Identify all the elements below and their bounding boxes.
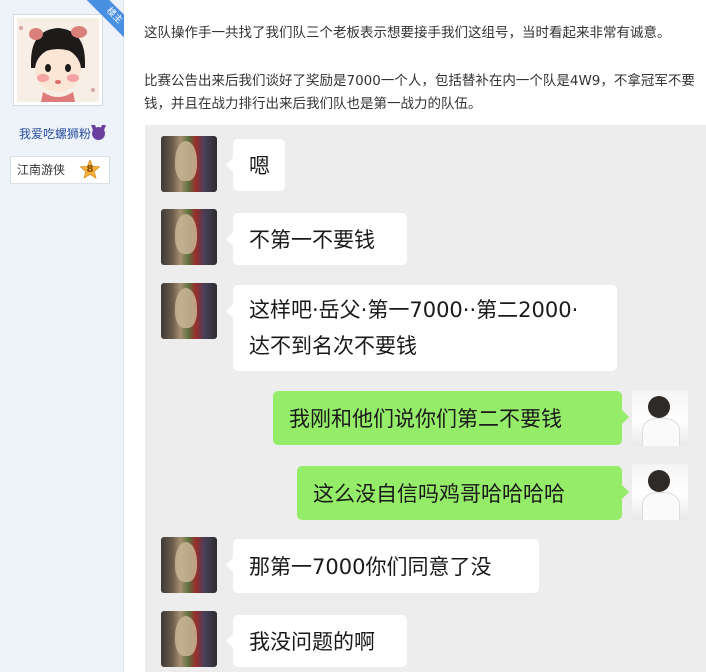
self-avatar: [632, 464, 688, 520]
contact-avatar: [161, 537, 217, 593]
op-badge-label: 楼主: [85, 0, 124, 40]
chat-bubble-incoming: 不第一不要钱: [226, 213, 407, 265]
chat-message-text: 不第一不要钱: [249, 228, 375, 252]
chat-screenshot: 嗯 不第一不要钱 这样吧·岳父·第一7000··第二2000· 达不到名次不要钱…: [145, 125, 706, 672]
post-paragraph-1: 这队操作手一共找了我们队三个老板表示想要接手我们这组号，当时看起来非常有诚意。: [144, 25, 671, 41]
post-paragraph-2-line-2: 钱，并且在战力排行出来后我们队也是第一战力的队伍。: [144, 96, 482, 112]
chat-bubble-outgoing: 这么没自信吗鸡哥哈哈哈哈: [297, 466, 629, 520]
contact-avatar: [161, 611, 217, 667]
username-link[interactable]: 我爱吃螺狮粉: [0, 125, 124, 142]
chat-bubble-outgoing: 我刚和他们说你们第二不要钱: [273, 391, 629, 445]
username-text: 我爱吃螺狮粉: [18, 127, 91, 141]
user-sidebar: 楼主 我爱吃螺狮粉 江南游侠 8: [0, 0, 124, 672]
chat-bubble-incoming: 这样吧·岳父·第一7000··第二2000· 达不到名次不要钱: [226, 285, 617, 371]
chat-message-text: 这么没自信吗鸡哥哈哈哈哈: [313, 482, 565, 506]
chat-message-text: 我刚和他们说你们第二不要钱: [289, 407, 562, 431]
post-paragraph-2-line-1: 比赛公告出来后我们谈好了奖励是7000一个人，包括替补在内一个队是4W9，不拿冠…: [144, 73, 695, 89]
chat-message-line: 达不到名次不要钱: [249, 334, 417, 358]
self-avatar: [632, 390, 688, 446]
level-number: 8: [86, 164, 94, 175]
chat-bubble-incoming: 嗯: [226, 139, 285, 191]
chat-message-text: 我没问题的啊: [249, 630, 375, 654]
devil-emoji-icon: [92, 127, 105, 140]
op-corner-ribbon: 楼主: [84, 0, 124, 40]
chat-bubble-incoming: 那第一7000你们同意了没: [226, 539, 539, 593]
contact-avatar: [161, 136, 217, 192]
contact-avatar: [161, 283, 217, 339]
chat-message-line: 这样吧·岳父·第一7000··第二2000·: [249, 298, 579, 322]
chat-bubble-incoming: 我没问题的啊: [226, 615, 407, 667]
chat-message-text: 嗯: [249, 154, 270, 178]
chat-message-text: 那第一7000你们同意了没: [249, 555, 492, 579]
user-title-label: 江南游侠: [17, 163, 66, 177]
user-title-badge: 江南游侠 8: [10, 156, 110, 184]
contact-avatar: [161, 209, 217, 265]
level-badge: 8: [79, 158, 101, 180]
